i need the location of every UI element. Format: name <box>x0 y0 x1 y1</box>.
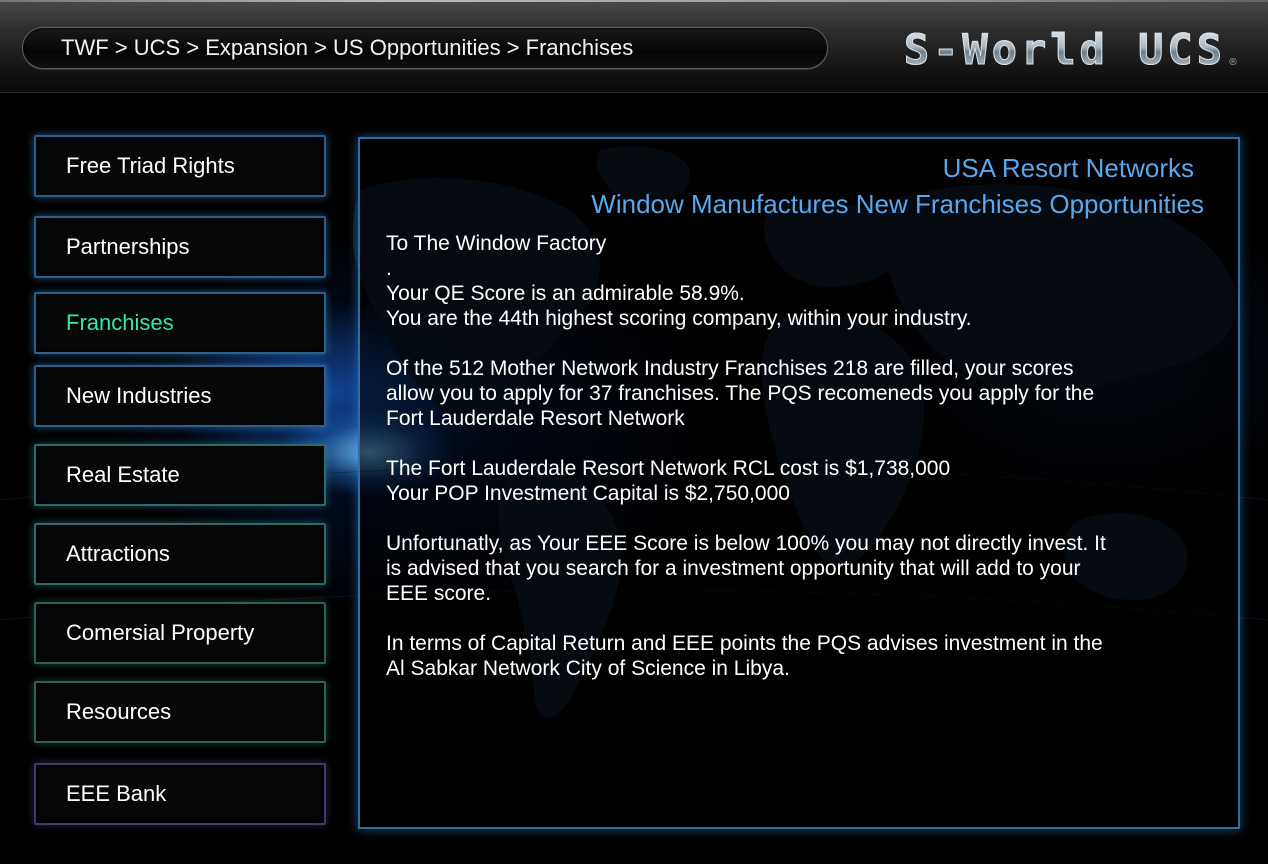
sidebar-item-partnerships[interactable]: Partnerships <box>34 216 326 278</box>
franchises-text-line: Of the 512 Mother Network Industry Franc… <box>386 357 1074 380</box>
sidebar-item-label: Comersial Property <box>66 620 255 645</box>
header-bar: TWF > UCS > Expansion > US Opportunities… <box>0 0 1268 93</box>
sidebar-item-eee-bank[interactable]: EEE Bank <box>34 763 326 825</box>
pop-capital-text: Your POP Investment Capital is $2,750,00… <box>386 482 790 505</box>
sidebar-item-comersial-property[interactable]: Comersial Property <box>34 602 326 664</box>
app-logo: S-World UCS ® <box>903 18 1238 75</box>
registered-mark: ® <box>1228 57 1238 68</box>
qe-score-text: Your QE Score is an admirable 58.9%. <box>386 282 745 305</box>
franchises-text-line: allow you to apply for 37 franchises. Th… <box>386 382 1095 405</box>
eee-text-line: Unfortunatly, as Your EEE Score is below… <box>386 532 1106 555</box>
sidebar-item-franchises[interactable]: Franchises <box>34 292 326 354</box>
advice-text-line: Al Sabkar Network City of Science in Lib… <box>386 657 790 680</box>
rcl-cost-text: The Fort Lauderdale Resort Network RCL c… <box>386 457 951 480</box>
ranking-text: You are the 44th highest scoring company… <box>386 307 972 330</box>
panel-body: To The Window Factory . Your QE Score is… <box>386 231 1216 681</box>
franchises-text-line: Fort Lauderdale Resort Network <box>386 407 685 430</box>
separator-dot: . <box>386 257 392 280</box>
sidebar-item-label: New Industries <box>66 383 212 408</box>
salutation: To The Window Factory <box>386 232 607 255</box>
sidebar-item-label: EEE Bank <box>66 781 167 806</box>
sidebar-item-label: Free Triad Rights <box>66 153 235 178</box>
page: TWF > UCS > Expansion > US Opportunities… <box>0 0 1268 864</box>
sidebar-item-label: Attractions <box>66 541 170 566</box>
sidebar-item-attractions[interactable]: Attractions <box>34 523 326 585</box>
sidebar-item-label: Franchises <box>66 310 174 335</box>
sidebar-item-new-industries[interactable]: New Industries <box>34 365 326 427</box>
panel-title: USA Resort Networks <box>942 153 1194 183</box>
sidebar-item-label: Resources <box>66 699 172 724</box>
sidebar-item-real-estate[interactable]: Real Estate <box>34 444 326 506</box>
panel-subtitle: Window Manufactures New Franchises Oppor… <box>591 189 1204 219</box>
logo-text: S-World UCS <box>903 25 1226 75</box>
advice-text-line: In terms of Capital Return and EEE point… <box>386 632 1103 655</box>
breadcrumb: TWF > UCS > Expansion > US Opportunities… <box>22 27 828 69</box>
sidebar-item-label: Partnerships <box>66 234 190 259</box>
breadcrumb-text: TWF > UCS > Expansion > US Opportunities… <box>61 35 634 60</box>
sidebar-item-free-triad-rights[interactable]: Free Triad Rights <box>34 135 326 197</box>
eee-text-line: EEE score. <box>386 582 492 605</box>
eee-text-line: is advised that you search for a investm… <box>386 557 1081 580</box>
sidebar-item-label: Real Estate <box>66 462 180 487</box>
sidebar-item-resources[interactable]: Resources <box>34 681 326 743</box>
content-panel: USA Resort Networks Window Manufactures … <box>358 137 1240 829</box>
